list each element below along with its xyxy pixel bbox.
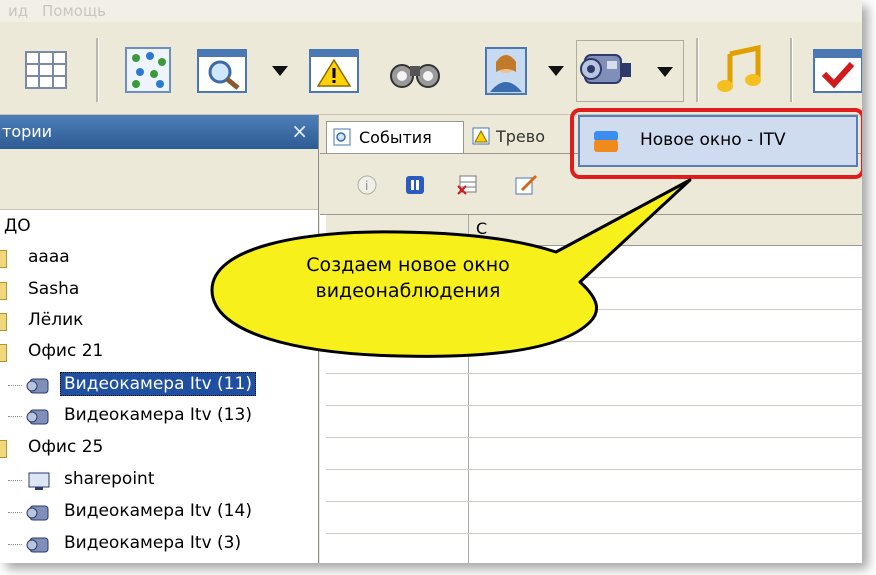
tab-events[interactable]: События <box>326 121 464 153</box>
folder-icon <box>0 250 7 268</box>
objects-panel: тории × ДО аааа Sasha Лёлик Офис 21 Виде… <box>0 115 319 563</box>
toolbar-separator <box>790 38 793 102</box>
search-icon <box>333 128 351 146</box>
menu-item-faded-1[interactable]: ид <box>8 2 28 20</box>
edit-icon[interactable] <box>514 174 538 196</box>
warning-icon <box>309 49 359 93</box>
folder-icon <box>0 344 7 362</box>
search-icon <box>197 49 247 93</box>
search-button[interactable] <box>194 42 250 98</box>
binoculars-icon <box>390 64 440 88</box>
callout-line-2: видеонаблюдения <box>315 280 501 302</box>
folder-icon <box>0 440 7 458</box>
video-camera-icon <box>26 409 49 425</box>
close-icon[interactable]: × <box>291 119 308 143</box>
svg-text:i: i <box>365 179 368 193</box>
toolbar-separator <box>696 38 699 102</box>
objects-panel-title: тории <box>2 122 53 141</box>
search-dropdown-arrow[interactable] <box>272 66 288 76</box>
events-grid-header: С <box>326 215 862 246</box>
grid-icon <box>25 51 67 89</box>
callout-text: Создаем новое окно видеонаблюдения <box>258 252 558 304</box>
user-icon <box>485 47 527 95</box>
folder-icon <box>0 313 7 331</box>
camera-dropdown-arrow[interactable] <box>657 67 673 77</box>
video-camera-icon <box>26 537 49 553</box>
folder-icon <box>0 282 7 300</box>
user-button[interactable] <box>478 42 534 98</box>
video-camera-icon <box>26 505 49 521</box>
toolbar-separator <box>96 38 99 102</box>
tab-alarms[interactable]: Трево <box>468 121 568 153</box>
pause-icon[interactable] <box>404 174 426 196</box>
menu-bar: ид Помощь <box>0 0 862 22</box>
clear-grid-icon[interactable] <box>456 174 478 196</box>
warning-icon <box>472 127 490 145</box>
objects-panel-header: тории × <box>0 115 318 149</box>
binoculars-button[interactable] <box>384 42 440 98</box>
info-icon[interactable]: i <box>356 174 378 196</box>
video-camera-icon <box>580 54 631 84</box>
calendar-button[interactable] <box>810 42 862 98</box>
map-icon <box>125 47 171 93</box>
music-button[interactable] <box>712 42 768 98</box>
highlight-frame <box>570 108 862 179</box>
objects-panel-toolbar <box>0 149 318 210</box>
calendar-check-icon <box>813 49 862 93</box>
menu-item-help[interactable]: Помощь <box>42 2 106 20</box>
camera-button[interactable] <box>576 40 684 102</box>
monitor-icon <box>28 472 50 490</box>
callout-line-1: Создаем новое окно <box>306 254 510 276</box>
main-toolbar <box>0 22 862 115</box>
grid-layout-button[interactable] <box>18 42 74 98</box>
user-dropdown-arrow[interactable] <box>548 66 564 76</box>
video-camera-icon <box>26 378 49 394</box>
map-button[interactable] <box>120 42 176 98</box>
alarm-button[interactable] <box>306 42 362 98</box>
music-note-icon <box>717 44 761 92</box>
events-panel: События Трево i С <box>320 115 862 563</box>
tree-item-selected[interactable]: Видеокамера Itv (11) <box>0 371 318 401</box>
